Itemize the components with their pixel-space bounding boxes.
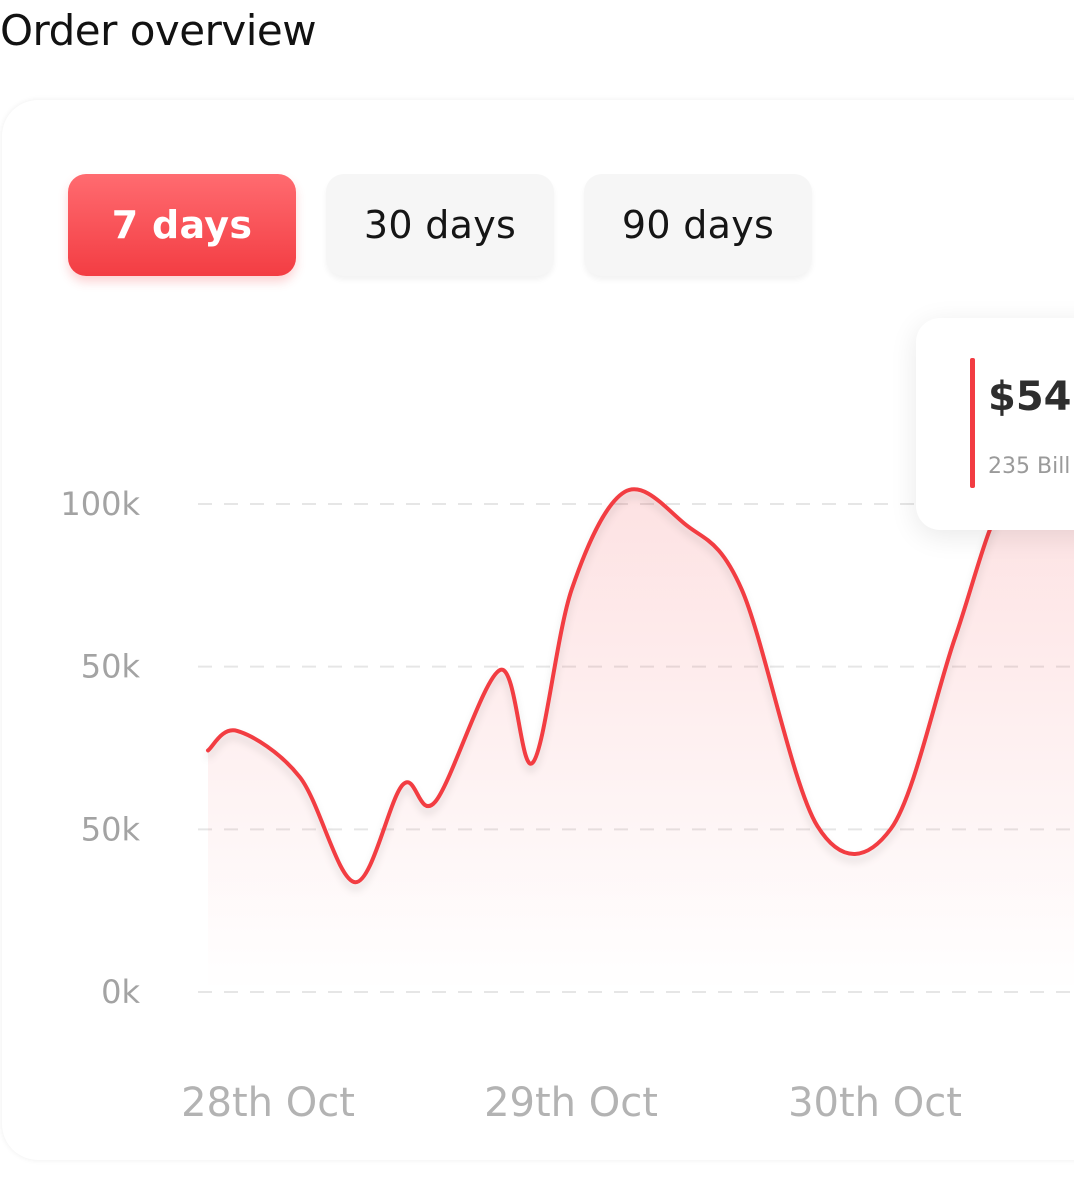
x-tick-label: 30th Oct (788, 1080, 962, 1126)
x-tick-label: 29th Oct (484, 1080, 658, 1126)
y-tick-label: 50k (81, 810, 141, 848)
y-tick-label: 100k (60, 485, 140, 523)
tooltip-subtitle: 235 Bill (988, 454, 1071, 479)
tooltip-amount: $541 (988, 374, 1074, 420)
x-tick-label: 28th Oct (181, 1080, 355, 1126)
y-axis-ticks: 0k 50k 50k 100k (60, 485, 140, 1011)
tooltip-accent-bar (970, 358, 975, 488)
x-axis-ticks: 28th Oct 29th Oct 30th Oct (181, 1080, 962, 1126)
order-chart: 0k 50k 50k 100k 28th Oct 29th Oct 30th Oct (60, 458, 1074, 1126)
chart-tooltip: $541 235 Bill (916, 318, 1074, 530)
y-tick-label: 0k (101, 973, 140, 1011)
series-area (208, 460, 1074, 993)
y-tick-label: 50k (81, 648, 141, 686)
